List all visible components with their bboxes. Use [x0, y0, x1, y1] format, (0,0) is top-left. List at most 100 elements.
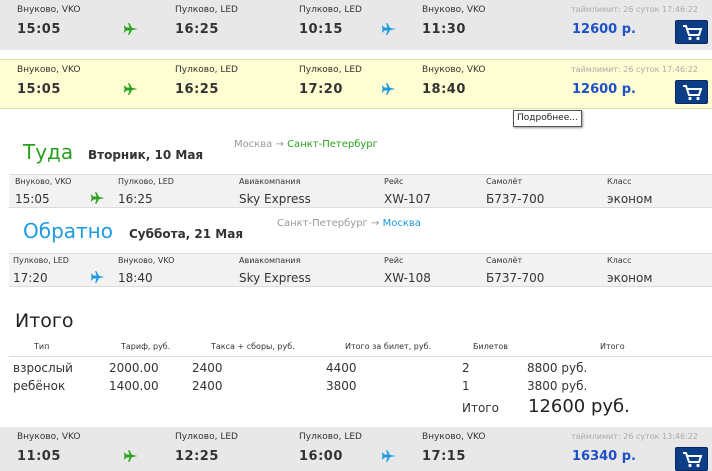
col-header-per-ticket: Итого за билет, руб.	[345, 342, 432, 351]
plane-right-icon	[381, 81, 397, 97]
plane-right-icon	[90, 190, 106, 206]
arrival-airport: Пулково, LED	[175, 5, 238, 15]
plane-right-icon	[123, 448, 139, 464]
plane-right-icon	[123, 21, 139, 37]
table-cell-sum: 8800 руб.	[527, 361, 588, 375]
price: 16340 р.	[572, 449, 636, 464]
cart-icon	[683, 25, 703, 41]
result-row[interactable]: Внуково, VKO 11:05 Пулково, LED 12:25 Пу…	[0, 427, 712, 471]
add-to-cart-button[interactable]	[675, 80, 708, 104]
plane-right-icon	[123, 81, 139, 97]
class-label: Класс	[607, 177, 632, 186]
class-value: эконом	[607, 192, 653, 206]
departure-label: Пулково, LED	[13, 256, 69, 265]
flight-label: Рейс	[384, 256, 404, 265]
return-arrival-airport: Внуково, VKO	[422, 65, 486, 75]
price: 12600 р.	[572, 82, 636, 97]
table-cell-per-ticket: 3800	[326, 379, 357, 393]
return-departure-time: 16:00	[299, 449, 343, 464]
col-header-count: Билетов	[473, 342, 508, 351]
return-departure-time: 10:15	[299, 22, 343, 37]
airline-value: Sky Express	[239, 192, 311, 206]
return-arrival-airport: Внуково, VKO	[422, 432, 486, 442]
outbound-route: Москва → Санкт-Петербург	[234, 139, 378, 150]
arrival-airport: Пулково, LED	[175, 65, 238, 75]
departure-time: 15:05	[15, 192, 50, 206]
return-arrival-time: 17:15	[422, 449, 466, 464]
result-row[interactable]: Внуково, VKO 15:05 Пулково, LED 16:25 Пу…	[0, 0, 712, 50]
add-to-cart-button[interactable]	[675, 447, 708, 471]
departure-time: 17:20	[13, 271, 48, 285]
inbound-route: Санкт-Петербург → Москва	[277, 218, 421, 229]
aircraft-value: Б737-700	[486, 271, 545, 285]
departure-airport: Внуково, VKO	[17, 5, 81, 15]
plane-right-icon	[90, 269, 106, 285]
grand-total-label: Итого	[462, 401, 499, 415]
time-limit: таймлимит: 26 суток 13:46:22	[571, 432, 698, 441]
departure-time: 11:05	[17, 449, 61, 464]
departure-airport: Внуково, VKO	[17, 432, 81, 442]
time-limit: таймлимит: 26 суток 17:46:22	[571, 5, 698, 14]
price: 12600 р.	[572, 22, 636, 37]
arrival-time: 16:25	[118, 192, 153, 206]
col-header-tax: Такса + сборы, руб.	[211, 342, 295, 351]
col-header-sum: Итого	[600, 342, 625, 351]
class-value: эконом	[607, 271, 653, 285]
arrival-label: Внуково, VKO	[118, 256, 175, 265]
table-cell-count: 2	[462, 361, 470, 375]
departure-airport: Внуково, VKO	[17, 65, 81, 75]
return-departure-airport: Пулково, LED	[299, 5, 362, 15]
details-tooltip: Подробнее...	[513, 110, 582, 127]
arrival-time: 12:25	[175, 449, 219, 464]
add-to-cart-button[interactable]	[675, 20, 708, 44]
table-cell-type: ребёнок	[13, 379, 66, 393]
departure-label: Внуково, VKO	[15, 177, 72, 186]
outbound-segment: Внуково, VKO 15:05 Пулково, LED 16:25 Ав…	[9, 174, 712, 208]
inbound-date: Суббота, 21 Мая	[129, 227, 244, 241]
flight-value: XW-107	[384, 192, 431, 206]
arrival-time: 16:25	[175, 82, 219, 97]
plane-right-icon	[381, 448, 397, 464]
table-cell-fare: 2000.00	[109, 361, 159, 375]
inbound-segment: Пулково, LED 17:20 Внуково, VKO 18:40 Ав…	[9, 253, 712, 287]
table-cell-per-ticket: 4400	[326, 361, 357, 375]
flight-label: Рейс	[384, 177, 404, 186]
arrival-time: 16:25	[175, 22, 219, 37]
grand-total-value: 12600 руб.	[528, 396, 630, 417]
table-cell-tax: 2400	[192, 379, 223, 393]
outbound-title: Туда	[23, 140, 74, 164]
table-cell-type: взрослый	[13, 361, 73, 375]
airline-label: Авиакомпания	[239, 177, 301, 186]
return-arrival-airport: Внуково, VKO	[422, 5, 486, 15]
totals-title: Итого	[15, 310, 74, 332]
class-label: Класс	[607, 256, 632, 265]
flight-value: XW-108	[384, 271, 431, 285]
airline-label: Авиакомпания	[239, 256, 301, 265]
table-cell-tax: 2400	[192, 361, 223, 375]
departure-time: 15:05	[17, 82, 61, 97]
cart-icon	[683, 452, 703, 468]
arrival-label: Пулково, LED	[118, 177, 174, 186]
aircraft-value: Б737-700	[486, 192, 545, 206]
divider	[9, 356, 712, 357]
result-row-selected[interactable]: Внуково, VKO 15:05 Пулково, LED 16:25 Пу…	[0, 59, 712, 109]
table-cell-sum: 3800 руб.	[527, 379, 588, 393]
col-header-fare: Тариф, руб.	[121, 342, 171, 351]
aircraft-label: Самолёт	[486, 256, 523, 265]
return-departure-time: 17:20	[299, 82, 343, 97]
return-departure-airport: Пулково, LED	[299, 432, 362, 442]
airline-value: Sky Express	[239, 271, 311, 285]
arrival-airport: Пулково, LED	[175, 432, 238, 442]
table-cell-count: 1	[462, 379, 470, 393]
plane-right-icon	[381, 21, 397, 37]
aircraft-label: Самолёт	[486, 177, 523, 186]
table-cell-fare: 1400.00	[109, 379, 159, 393]
return-arrival-time: 18:40	[422, 82, 466, 97]
inbound-title: Обратно	[23, 219, 113, 243]
cart-icon	[683, 85, 703, 101]
departure-time: 15:05	[17, 22, 61, 37]
return-arrival-time: 11:30	[422, 22, 466, 37]
col-header-type: Тип	[34, 342, 50, 351]
outbound-date: Вторник, 10 Мая	[88, 148, 204, 162]
return-departure-airport: Пулково, LED	[299, 65, 362, 75]
